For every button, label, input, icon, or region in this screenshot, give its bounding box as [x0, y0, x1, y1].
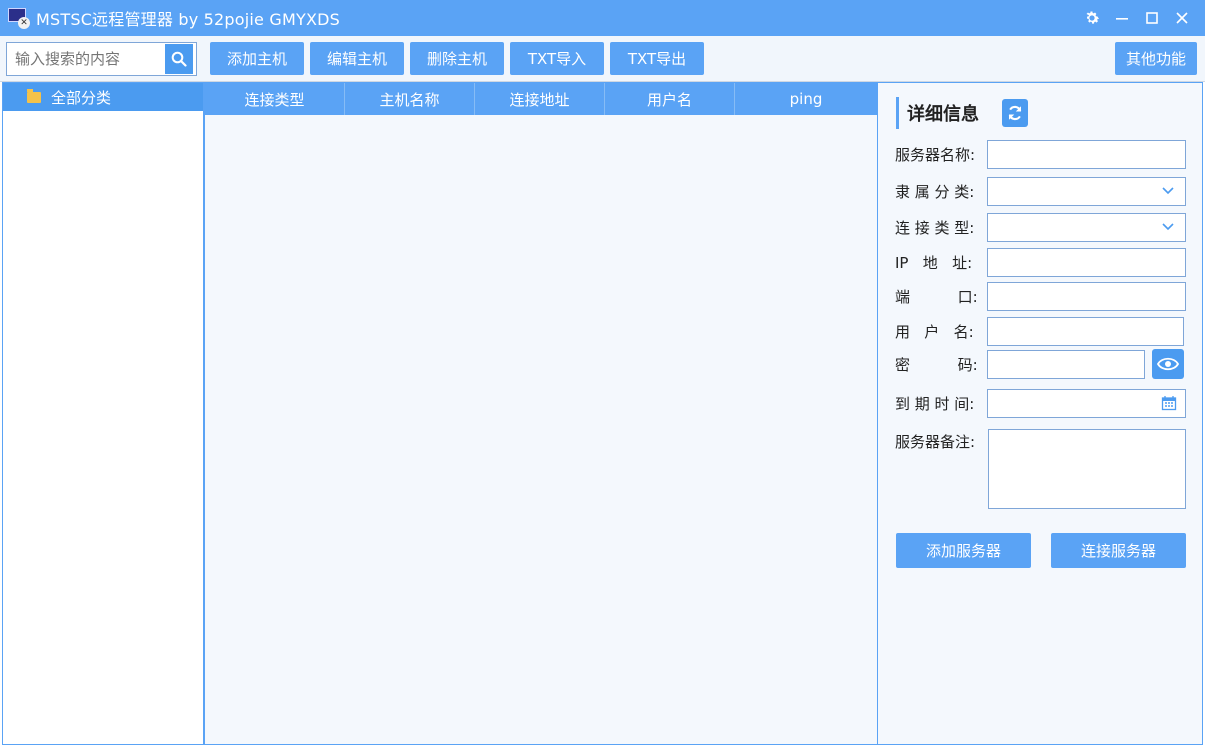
column-header-ping[interactable]: ping — [735, 83, 877, 115]
refresh-icon — [1008, 105, 1022, 121]
close-icon[interactable] — [1167, 0, 1197, 36]
search-button[interactable] — [165, 44, 193, 74]
column-header-username[interactable]: 用户名 — [605, 83, 735, 115]
main-toolbar: 添加主机 编辑主机 删除主机 TXT导入 TXT导出 其他功能 — [205, 36, 1205, 82]
window-title: MSTSC远程管理器 by 52pojie GMYXDS — [36, 10, 340, 29]
host-table: 连接类型 主机名称 连接地址 用户名 ping — [204, 82, 878, 745]
username-label: 用 户 名: — [895, 323, 974, 341]
add-server-button[interactable]: 添加服务器 — [896, 533, 1031, 568]
username-field[interactable] — [987, 317, 1184, 346]
gear-icon[interactable] — [1077, 0, 1107, 36]
category-label: 隶 属 分 类: — [895, 183, 975, 201]
delete-host-button[interactable]: 删除主机 — [410, 42, 504, 75]
expire-label: 到 期 时 间: — [895, 395, 975, 413]
search-box — [6, 42, 197, 76]
other-functions-button[interactable]: 其他功能 — [1115, 42, 1197, 75]
ip-field[interactable] — [987, 248, 1186, 277]
port-label: 端 口: — [895, 288, 978, 306]
port-row: 端 口: — [895, 282, 1186, 311]
category-tree: 全部分类 — [2, 82, 204, 745]
expire-row: 到 期 时 间: — [895, 389, 1186, 418]
server-name-field[interactable] — [987, 140, 1186, 169]
connect-type-row: 连 接 类 型: — [895, 213, 1186, 242]
maximize-icon[interactable] — [1137, 0, 1167, 36]
column-header-host-name[interactable]: 主机名称 — [345, 83, 475, 115]
ip-row: IP 地 址: — [895, 248, 1186, 277]
calendar-icon[interactable] — [1161, 395, 1177, 411]
connect-type-label: 连 接 类 型: — [895, 219, 975, 237]
search-icon — [171, 51, 187, 67]
notes-label: 服务器备注: — [895, 433, 976, 451]
tree-item-label: 全部分类 — [51, 88, 112, 107]
table-header: 连接类型 主机名称 连接地址 用户名 ping — [205, 83, 877, 115]
refresh-button[interactable] — [1002, 99, 1028, 127]
title-bar: ✕ MSTSC远程管理器 by 52pojie GMYXDS — [0, 0, 1205, 36]
notes-row: 服务器备注: — [895, 431, 987, 452]
server-name-label: 服务器名称: — [895, 146, 976, 164]
search-input[interactable] — [7, 44, 165, 74]
txt-import-button[interactable]: TXT导入 — [510, 42, 604, 75]
eye-icon — [1157, 357, 1179, 371]
detail-panel: 详细信息 服务器名称: 隶 属 分 类: 连 接 类 型: IP 地 址: 端 … — [877, 82, 1203, 745]
chevron-down-icon — [1162, 223, 1174, 231]
expire-date-field[interactable] — [987, 389, 1186, 418]
detail-title: 详细信息 — [896, 97, 979, 129]
search-bar — [0, 36, 205, 82]
app-icon: ✕ — [8, 8, 30, 29]
folder-icon — [27, 88, 41, 103]
password-row: 密 码: — [895, 350, 1145, 379]
port-field[interactable] — [987, 282, 1186, 311]
tree-item-all-categories[interactable]: 全部分类 — [3, 83, 203, 111]
edit-host-button[interactable]: 编辑主机 — [310, 42, 404, 75]
column-header-connect-type[interactable]: 连接类型 — [205, 83, 345, 115]
window-controls — [1077, 0, 1197, 36]
category-select[interactable] — [987, 177, 1186, 206]
ip-label: IP 地 址: — [895, 254, 973, 272]
category-row: 隶 属 分 类: — [895, 177, 1186, 206]
password-field[interactable] — [987, 350, 1145, 379]
connect-type-select[interactable] — [987, 213, 1186, 242]
connect-server-button[interactable]: 连接服务器 — [1051, 533, 1186, 568]
txt-export-button[interactable]: TXT导出 — [610, 42, 704, 75]
minimize-icon[interactable] — [1107, 0, 1137, 36]
chevron-down-icon — [1162, 187, 1174, 195]
add-host-button[interactable]: 添加主机 — [210, 42, 304, 75]
server-name-row: 服务器名称: — [895, 140, 1186, 169]
username-row: 用 户 名: — [895, 317, 1184, 346]
password-label: 密 码: — [895, 356, 978, 374]
column-header-address[interactable]: 连接地址 — [475, 83, 605, 115]
show-password-button[interactable] — [1152, 349, 1184, 379]
notes-textarea[interactable] — [988, 429, 1186, 509]
